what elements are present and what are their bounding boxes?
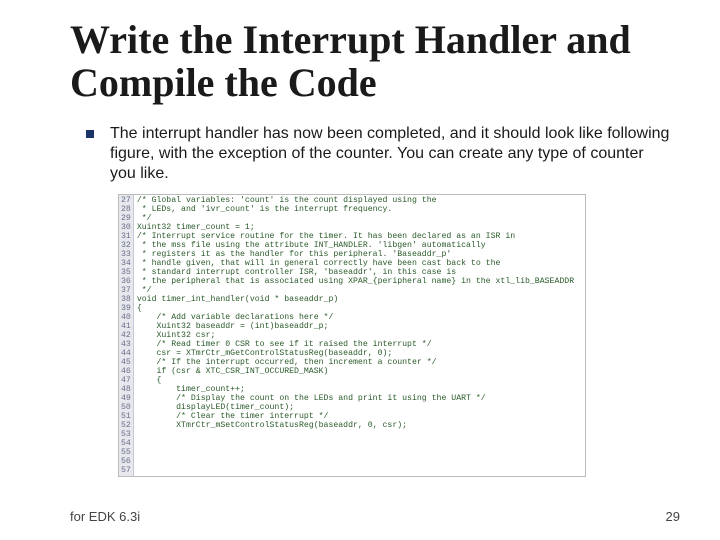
line-number: 36 bbox=[121, 277, 131, 286]
page-number: 29 bbox=[666, 509, 680, 524]
body-text: The interrupt handler has now been compl… bbox=[110, 124, 670, 184]
line-number: 55 bbox=[121, 448, 131, 457]
line-number: 57 bbox=[121, 466, 131, 475]
line-number: 33 bbox=[121, 250, 131, 259]
line-number: 50 bbox=[121, 403, 131, 412]
code-line: * LEDs, and 'ivr_count' is the interrupt… bbox=[137, 205, 574, 214]
line-number: 27 bbox=[121, 196, 131, 205]
line-number: 43 bbox=[121, 340, 131, 349]
line-number: 45 bbox=[121, 358, 131, 367]
line-number: 56 bbox=[121, 457, 131, 466]
line-number: 39 bbox=[121, 304, 131, 313]
square-bullet-icon bbox=[86, 130, 94, 138]
line-number: 38 bbox=[121, 295, 131, 304]
code-line: XTmrCtr_mSetControlStatusReg(baseaddr, 0… bbox=[137, 421, 574, 430]
footer-left: for EDK 6.3i bbox=[70, 509, 140, 524]
code-line: * the peripheral that is associated usin… bbox=[137, 277, 574, 286]
line-number: 42 bbox=[121, 331, 131, 340]
code-line: if (csr & XTC_CSR_INT_OCCURED_MASK) bbox=[137, 367, 574, 376]
line-number: 49 bbox=[121, 394, 131, 403]
line-number: 29 bbox=[121, 214, 131, 223]
line-number: 37 bbox=[121, 286, 131, 295]
line-number: 35 bbox=[121, 268, 131, 277]
code-line: void timer_int_handler(void * baseaddr_p… bbox=[137, 295, 574, 304]
line-number-gutter: 2728293031323334353637383940414243444546… bbox=[119, 195, 134, 476]
line-number: 47 bbox=[121, 376, 131, 385]
line-number: 46 bbox=[121, 367, 131, 376]
line-number: 54 bbox=[121, 439, 131, 448]
line-number: 51 bbox=[121, 412, 131, 421]
line-number: 32 bbox=[121, 241, 131, 250]
line-number: 31 bbox=[121, 232, 131, 241]
line-number: 34 bbox=[121, 259, 131, 268]
line-number: 40 bbox=[121, 313, 131, 322]
slide-title: Write the Interrupt Handler and Compile … bbox=[70, 18, 684, 104]
line-number: 30 bbox=[121, 223, 131, 232]
line-number: 41 bbox=[121, 322, 131, 331]
code-listing: /* Global variables: 'count' is the coun… bbox=[134, 195, 577, 476]
line-number: 52 bbox=[121, 421, 131, 430]
line-number: 53 bbox=[121, 430, 131, 439]
slide: Write the Interrupt Handler and Compile … bbox=[0, 0, 720, 540]
code-screenshot: 2728293031323334353637383940414243444546… bbox=[118, 194, 586, 477]
bullet-row: The interrupt handler has now been compl… bbox=[86, 124, 684, 184]
line-number: 44 bbox=[121, 349, 131, 358]
line-number: 48 bbox=[121, 385, 131, 394]
line-number: 28 bbox=[121, 205, 131, 214]
